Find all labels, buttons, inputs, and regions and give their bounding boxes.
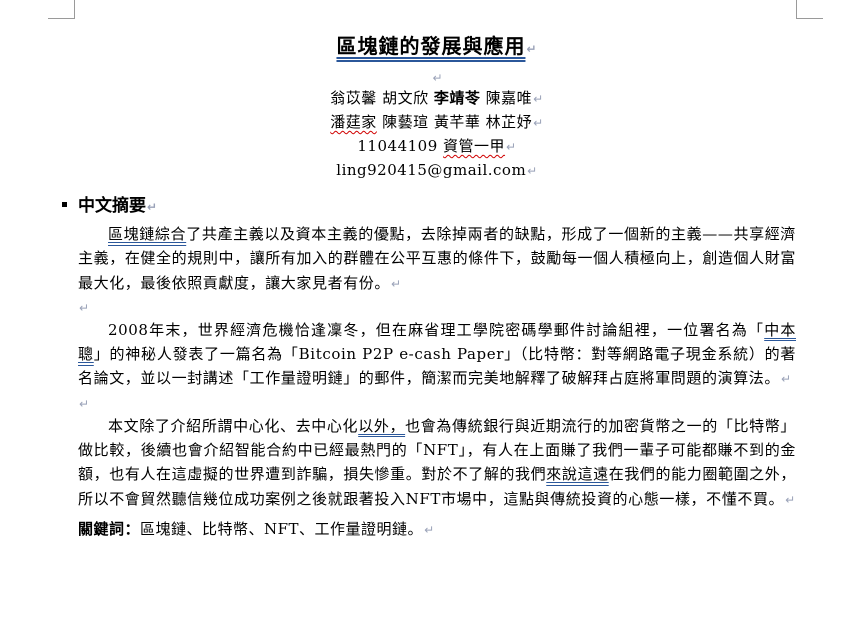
paragraph-mark-icon: ↵ xyxy=(526,42,538,56)
paragraph-mark-icon: ↵ xyxy=(79,396,90,411)
paragraph-text: 」的神秘人發表了一篇名為「Bitcoin P2P e-cash Paper」（比… xyxy=(78,345,796,388)
authors-line-1[interactable]: 翁苡馨 胡文欣 李靖苓 陳嘉唯↵ xyxy=(78,87,796,111)
keywords-text: 區塊鏈、比特幣、NFT、工作量證明鏈。 xyxy=(140,519,424,538)
author-name: 李靖苓 xyxy=(433,89,481,107)
highlighted-term: 區塊鏈綜合 xyxy=(108,225,187,243)
student-id: 11044109 xyxy=(357,137,438,155)
paragraph-mark-icon: ↵ xyxy=(391,276,402,291)
author-name: 黃芊華 xyxy=(433,113,481,131)
page-corner-marker-top-right xyxy=(796,0,823,19)
paragraph-mark-icon: ↵ xyxy=(79,300,90,315)
paragraph-text: 本文除了介紹所謂中心化、去中心化 xyxy=(108,416,359,435)
author-name: 林芷妤 xyxy=(485,113,533,131)
paragraph-text: 2008年末，世界經濟危機恰逢凜冬，但在麻省理工學院密碼學郵件討論組裡，一位署名… xyxy=(108,320,765,339)
document-title[interactable]: 區塊鏈的發展與應用↵ xyxy=(78,28,796,67)
list-bullet-icon xyxy=(62,202,67,207)
email-line[interactable]: ling920415@gmail.com↵ xyxy=(78,159,796,183)
document-page[interactable]: 區塊鏈的發展與應用↵ ↵ 翁苡馨 胡文欣 李靖苓 陳嘉唯↵ 潘莛家 陳藝瑄 黃芊… xyxy=(62,28,796,543)
keywords-label: 關鍵詞： xyxy=(78,519,141,538)
class-name: 資管一甲 xyxy=(443,137,506,155)
empty-paragraph: ↵ xyxy=(78,67,796,87)
paragraph-mark-icon: ↵ xyxy=(527,164,538,178)
empty-paragraph: ↵ xyxy=(78,392,796,414)
highlighted-term: 以外， xyxy=(358,416,406,435)
author-name: 胡文欣 xyxy=(382,89,429,107)
paragraph-mark-icon: ↵ xyxy=(781,372,792,387)
page-corner-marker-top-left xyxy=(48,0,75,19)
student-info-line[interactable]: 11044109 資管一甲↵ xyxy=(78,135,796,159)
paragraph-mark-icon: ↵ xyxy=(506,140,517,154)
paragraph-mark-icon: ↵ xyxy=(785,492,796,507)
email-address: ling920415@gmail.com xyxy=(336,161,527,179)
paragraph-mark-icon: ↵ xyxy=(432,71,443,85)
abstract-paragraph-1[interactable]: 區塊鏈綜合了共產主義以及資本主義的優點，去除掉兩者的缺點，形成了一個新的主義——… xyxy=(78,222,796,296)
keywords-line[interactable]: 關鍵詞：區塊鏈、比特幣、NFT、工作量證明鏈。↵ xyxy=(78,516,796,543)
author-name: 潘莛家 xyxy=(330,113,377,131)
author-name: 翁苡馨 xyxy=(330,89,377,107)
abstract-paragraph-3[interactable]: 本文除了介紹所謂中心化、去中心化以外，也會為傳統銀行與近期流行的加密貨幣之一的「… xyxy=(78,414,796,512)
title-text: 區塊鏈的發展與應用 xyxy=(336,34,526,58)
paragraph-mark-icon: ↵ xyxy=(533,116,544,130)
section-heading-abstract[interactable]: 中文摘要↵ xyxy=(62,191,796,222)
abstract-paragraph-2[interactable]: 2008年末，世界經濟危機恰逢凜冬，但在麻省理工學院密碼學郵件討論組裡，一位署名… xyxy=(78,318,796,392)
empty-paragraph: ↵ xyxy=(78,296,796,318)
paragraph-mark-icon: ↵ xyxy=(147,200,158,214)
paragraph-mark-icon: ↵ xyxy=(533,92,544,106)
section-heading-text: 中文摘要 xyxy=(78,196,146,216)
author-name: 陳藝瑄 xyxy=(382,113,429,131)
authors-line-2[interactable]: 潘莛家 陳藝瑄 黃芊華 林芷妤↵ xyxy=(78,111,796,135)
highlighted-term: 來說這遠 xyxy=(546,465,609,484)
author-name: 陳嘉唯 xyxy=(485,89,533,107)
paragraph-text: 了共產主義以及資本主義的優點，去除掉兩者的缺點，形成了一個新的主義——共享經濟主… xyxy=(78,225,796,292)
paragraph-mark-icon: ↵ xyxy=(424,522,435,537)
